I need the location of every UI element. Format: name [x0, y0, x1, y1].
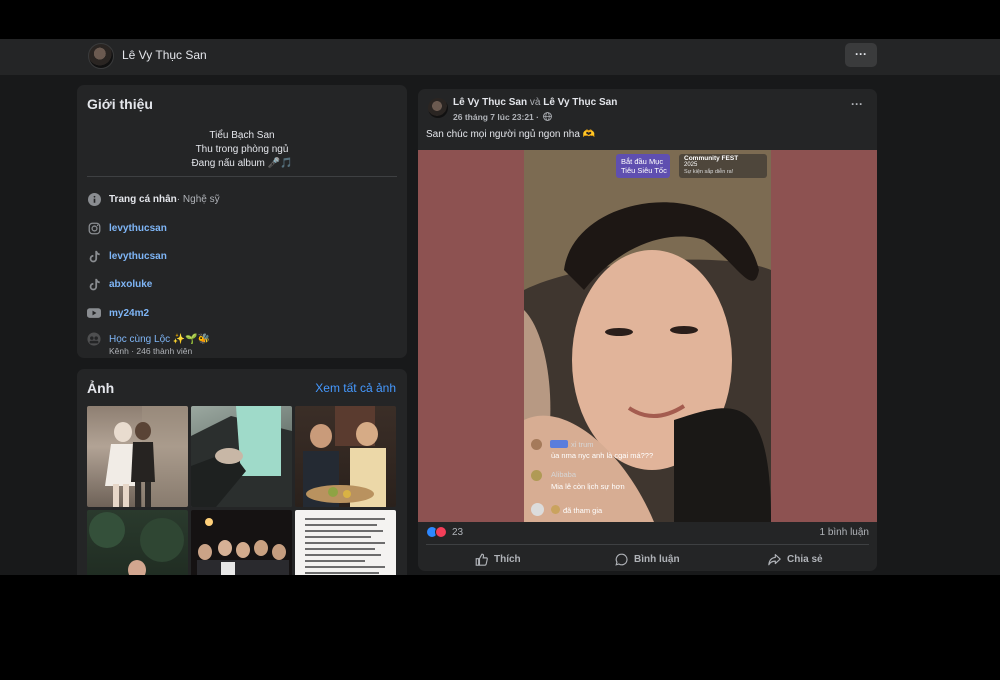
globe-icon	[543, 112, 553, 121]
live-comment-user: xỉ trum	[571, 440, 594, 449]
photo-thumbnail[interactable]	[87, 510, 188, 575]
intro-card: Giới thiệu Tiểu Bạch San Thu trong phòng…	[77, 85, 407, 358]
joiner-avatar	[531, 503, 544, 516]
info-link-instagram[interactable]: levythucsan	[87, 219, 167, 237]
intro-bio: Tiểu Bạch San Thu trong phòng ngủ Đang n…	[77, 129, 407, 171]
post-actions-divider	[426, 544, 869, 545]
thumbs-up-icon	[475, 553, 488, 566]
photos-title: Ảnh	[87, 380, 115, 396]
group-name[interactable]: Học cùng Lộc ✨🌱🐝	[109, 334, 210, 345]
post-author-avatar[interactable]	[428, 98, 448, 118]
comments-count-link[interactable]: 1 bình luận	[820, 527, 870, 538]
bio-line: Đang nấu album 🎤🎵	[191, 158, 293, 169]
bio-line: Tiểu Bạch San	[209, 130, 275, 141]
share-icon	[768, 553, 781, 565]
reactions-summary[interactable]: 23	[426, 526, 463, 538]
post-caption: San chúc mọi người ngủ ngon nha 🫶	[426, 129, 596, 140]
see-all-photos-link[interactable]: Xem tất cả ảnh	[315, 381, 396, 395]
page-category: · Nghệ sỹ	[176, 193, 220, 205]
more-options-button[interactable]: ···	[845, 43, 877, 67]
livestream-video[interactable]: Bắt đầu Mục Tiêu Siêu Tốc Community FEST…	[524, 150, 771, 522]
post-author-name[interactable]: Lê Vy Thục San	[453, 97, 527, 108]
photo-thumbnail[interactable]	[191, 510, 292, 575]
live-badge-event-line1: Community FEST	[684, 155, 739, 162]
post-meta: 26 tháng 7 lúc 23:21 ·	[453, 112, 553, 122]
info-link-youtube[interactable]: my24m2	[87, 304, 149, 322]
group-subtitle: Kênh · 246 thành viên	[109, 346, 193, 356]
like-button[interactable]: Thích	[475, 551, 521, 567]
comment-label: Bình luận	[634, 553, 680, 565]
intro-title: Giới thiệu	[87, 96, 153, 112]
profile-header-bar: Lê Vy Thục San ···	[0, 39, 1000, 75]
comment-button[interactable]: Bình luận	[615, 551, 680, 567]
share-label: Chia sẻ	[787, 553, 823, 565]
live-badge-event-line3: Sự kiện sắp diễn ra!	[684, 169, 734, 175]
post-coauthor-name[interactable]: Lê Vy Thục San	[543, 97, 617, 108]
post-media[interactable]: Bắt đầu Mục Tiêu Siêu Tốc Community FEST…	[418, 150, 877, 522]
comment-icon	[615, 553, 628, 566]
intro-divider	[87, 176, 397, 177]
tiktok-link[interactable]: levythucsan	[109, 251, 167, 262]
post-card: Lê Vy Thục San và Lê Vy Thục San 26 thán…	[418, 89, 877, 571]
photo-thumbnail[interactable]	[295, 406, 396, 507]
live-comment-text: Mia lê còn lịch sự hơn	[551, 482, 625, 491]
instagram-link[interactable]: levythucsan	[109, 223, 167, 234]
youtube-link[interactable]: my24m2	[109, 308, 149, 319]
like-label: Thích	[494, 553, 521, 565]
bio-line: Thu trong phòng ngủ	[195, 144, 289, 155]
commenter-avatar	[531, 470, 542, 481]
photo-thumbnail[interactable]	[191, 406, 292, 507]
post-authors: Lê Vy Thục San và Lê Vy Thục San	[453, 97, 617, 108]
info-page-category: Trang cá nhân · Nghệ sỹ	[87, 190, 220, 208]
share-button[interactable]: Chia sẻ	[768, 551, 823, 567]
live-badge-goal-line1: Bắt đầu Mục	[621, 157, 664, 166]
tiktok-link[interactable]: abxoluke	[109, 279, 152, 290]
live-badge-goal-line2: Tiêu Siêu Tốc	[621, 166, 667, 175]
level-badge	[550, 440, 568, 448]
profile-name[interactable]: Lê Vy Thục San	[122, 48, 207, 62]
profile-avatar[interactable]	[88, 43, 114, 69]
live-comment-user: Alibaba	[551, 470, 577, 479]
love-reaction-icon	[435, 526, 447, 538]
reaction-count: 23	[452, 526, 464, 538]
photo-thumbnail[interactable]	[295, 510, 396, 575]
joiner-badge	[551, 505, 560, 514]
youtube-icon	[87, 306, 101, 320]
info-icon	[87, 192, 101, 206]
live-badge-event-line2: 2025	[684, 162, 698, 168]
page-label: Trang cá nhân	[109, 193, 177, 205]
photo-thumbnail[interactable]	[87, 406, 188, 507]
post-authors-conjunction: và	[527, 97, 544, 108]
profile-content: Giới thiệu Tiểu Bạch San Thu trong phòng…	[0, 75, 1000, 575]
post-more-options-button[interactable]: ···	[851, 97, 863, 111]
tiktok-icon	[87, 249, 101, 263]
info-link-tiktok-2[interactable]: abxoluke	[87, 275, 152, 293]
commenter-avatar	[531, 439, 542, 450]
group-icon	[87, 332, 101, 346]
instagram-icon	[87, 221, 101, 235]
live-join-text: đã tham gia	[563, 506, 603, 515]
photos-card: Ảnh Xem tất cả ảnh	[77, 369, 407, 575]
live-comment-text: ủa nma nyc anh là cgai má???	[551, 451, 654, 460]
post-timestamp[interactable]: 26 tháng 7 lúc 23:21 ·	[453, 112, 539, 122]
tiktok-icon	[87, 277, 101, 291]
info-link-tiktok-1[interactable]: levythucsan	[87, 247, 167, 265]
